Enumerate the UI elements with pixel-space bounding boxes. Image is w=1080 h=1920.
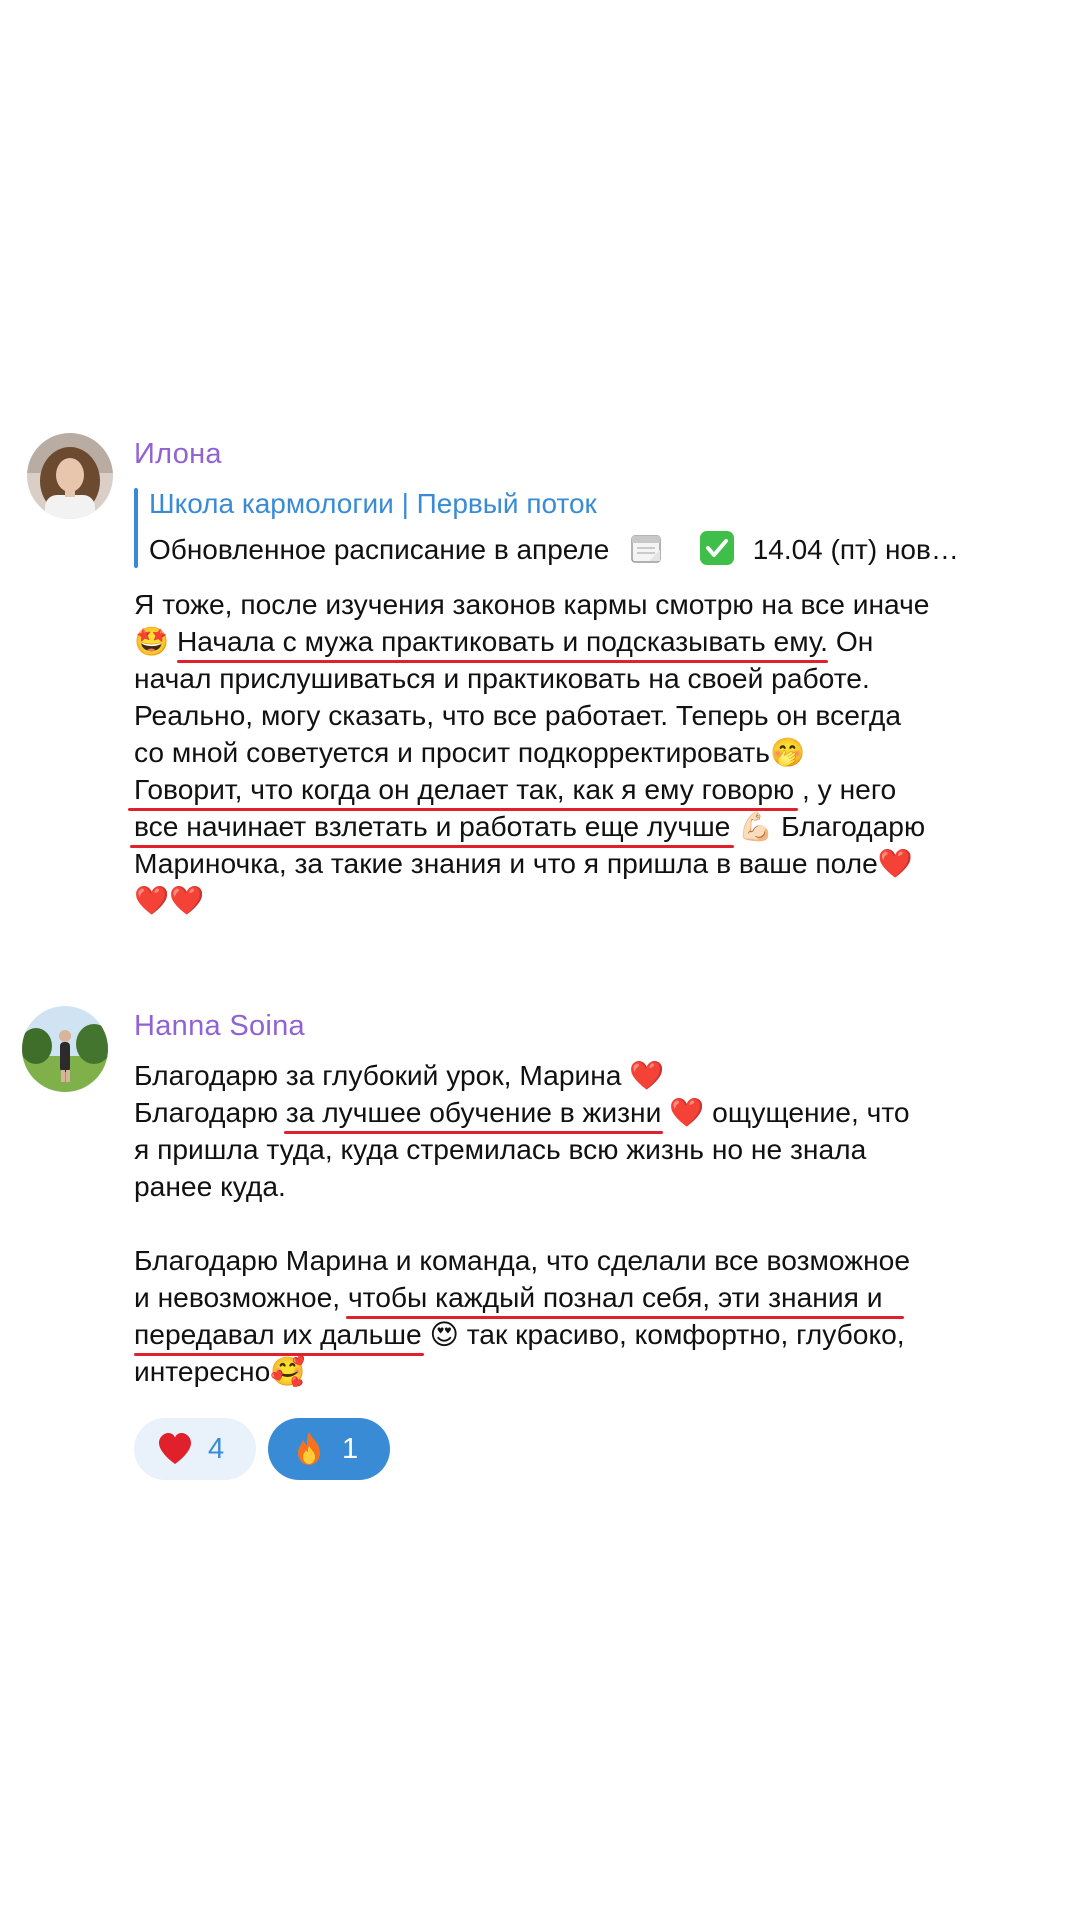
highlighted-text: передавал их дальше xyxy=(134,1318,424,1356)
text-line: все начинает взлетать и работать еще луч… xyxy=(130,808,1064,848)
highlighted-text: Начала с мужа практиковать и подсказыват… xyxy=(176,625,829,663)
text-line xyxy=(134,1205,1064,1242)
avatar-ilona[interactable] xyxy=(27,433,113,519)
text-line: начал прислушиваться и практиковать на с… xyxy=(134,662,870,694)
text-line: передавал их дальше 😍 так красиво, комфо… xyxy=(134,1316,1064,1356)
reply-text-after: 14.04 (пт) нов… xyxy=(752,534,959,565)
red-underline xyxy=(283,1131,664,1134)
highlighted-text: за лучшее обучение в жизни xyxy=(283,1096,664,1134)
calendar-icon xyxy=(629,531,663,565)
avatar-hanna[interactable] xyxy=(22,1006,108,1092)
red-underline xyxy=(134,1353,424,1356)
reaction-count: 1 xyxy=(342,1432,359,1465)
red-underline xyxy=(176,660,829,663)
text-line: ❤️❤️ xyxy=(134,882,1064,919)
reaction-fire-button[interactable]: 1 xyxy=(268,1418,390,1480)
text-line: и невозможное, чтобы каждый познал себя,… xyxy=(134,1279,1064,1319)
reaction-heart-button[interactable]: 4 xyxy=(134,1418,256,1480)
text-line: Мариночка, за такие знания и что я пришл… xyxy=(134,847,913,880)
text-line: Благодарю за глубокий урок, Марина ❤️ xyxy=(134,1059,665,1092)
red-underline xyxy=(130,845,735,848)
red-underline xyxy=(345,1316,905,1319)
hand-over-mouth-emoji: 🤭 xyxy=(770,736,806,769)
heart-emoji: ❤️ xyxy=(669,1096,705,1129)
author-name[interactable]: Hanna Soina xyxy=(134,1008,305,1044)
reaction-count: 4 xyxy=(208,1432,225,1465)
flexed-biceps-emoji: 💪🏻 xyxy=(738,810,774,843)
heart-icon xyxy=(156,1430,194,1468)
text-line: Говорит, что когда он делает так, как я … xyxy=(128,771,1064,811)
highlighted-text: все начинает взлетать и работать еще луч… xyxy=(130,810,735,848)
hearts-emoji: ❤️❤️ xyxy=(134,884,205,917)
text-line: Я тоже, после изучения законов кармы смо… xyxy=(134,588,930,620)
reply-text-before: Обновленное расписание в апреле xyxy=(149,534,610,565)
text-line: Благодарю за лучшее обучение в жизни ❤️ … xyxy=(134,1094,1064,1134)
text-line: со мной советуется и просит подкорректир… xyxy=(134,736,806,769)
text-line: 🤩 Начала с мужа практиковать и подсказыв… xyxy=(134,623,1064,663)
highlighted-text: чтобы каждый познал себя, эти знания и xyxy=(345,1281,905,1319)
fire-icon xyxy=(290,1430,328,1468)
star-struck-emoji: 🤩 xyxy=(134,625,170,658)
reply-text: Обновленное расписание в апреле 14.04 (п… xyxy=(149,530,959,568)
text-line: Реально, могу сказать, что все работает.… xyxy=(134,699,902,731)
text-line: я пришла туда, куда стремилась всю жизнь… xyxy=(134,1133,867,1165)
reply-bar xyxy=(134,488,138,568)
heart-emoji: ❤️ xyxy=(629,1059,665,1092)
avatar-photo-outdoor xyxy=(22,1006,108,1092)
highlighted-text: Говорит, что когда он делает так, как я … xyxy=(128,773,799,811)
reply-preview[interactable]: Школа кармологии | Первый поток Обновлен… xyxy=(134,486,1034,570)
reply-title: Школа кармологии | Первый поток xyxy=(149,488,597,519)
heart-emoji: ❤️ xyxy=(877,847,913,880)
message-text: Благодарю за глубокий урок, Марина ❤️ Бл… xyxy=(134,1057,1064,1390)
smiling-face-with-hearts-emoji: 🥰 xyxy=(270,1355,306,1388)
message-text: Я тоже, после изучения законов кармы смо… xyxy=(128,586,1064,919)
text-line: ранее куда. xyxy=(134,1170,286,1202)
author-name[interactable]: Илона xyxy=(134,436,222,472)
avatar-photo-woman xyxy=(27,433,113,519)
text-line: интересно🥰 xyxy=(134,1355,306,1388)
check-mark-icon xyxy=(699,530,735,566)
heart-eyes-emoji: 😍 xyxy=(429,1318,459,1351)
text-line: Благодарю Марина и команда, что сделали … xyxy=(134,1244,911,1276)
